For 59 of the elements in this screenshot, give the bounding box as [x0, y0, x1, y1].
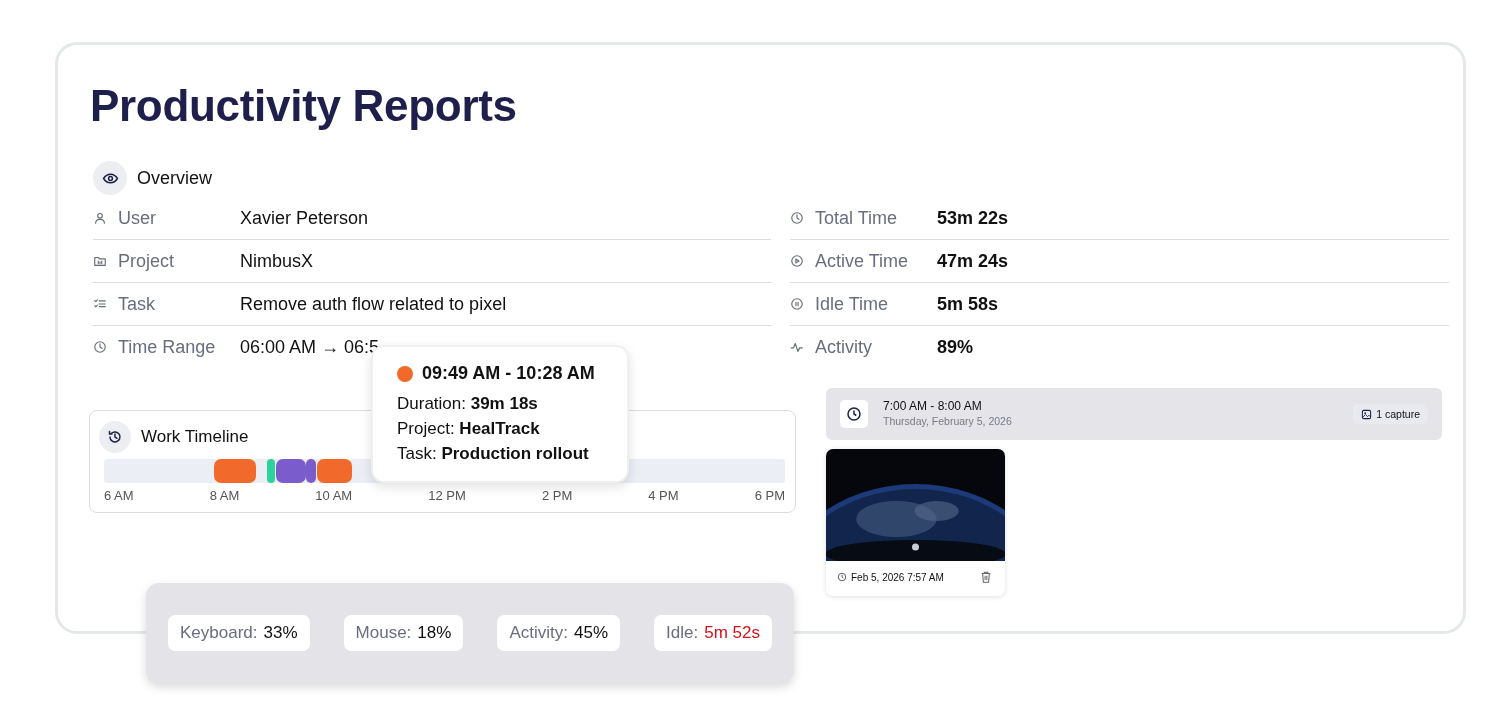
- capture-timestamp: Feb 5, 2026 7:57 AM: [851, 571, 944, 583]
- field-label: Task: [118, 293, 156, 315]
- tooltip-line: Duration: 39m 18s: [397, 393, 539, 415]
- eye-icon: [93, 161, 127, 195]
- metric-value: 5m 58s: [937, 293, 999, 315]
- axis-label: 4 PM: [648, 488, 679, 503]
- pulse-icon: [790, 340, 804, 354]
- axis-label: 6 PM: [754, 488, 785, 503]
- axis-label: 2 PM: [541, 488, 573, 503]
- page-title: Productivity Reports: [90, 81, 518, 131]
- metric-label: Active Time: [815, 250, 910, 272]
- field-label: Time Range: [118, 336, 217, 358]
- axis-label: 10 AM: [315, 488, 353, 503]
- hour-range: 7:00 AM - 8:00 AM: [883, 399, 983, 414]
- tooltip-title: 09:49 AM - 10:28 AM: [422, 363, 595, 384]
- field-value: NimbusX: [240, 250, 314, 272]
- metric-label: Total Time: [815, 207, 899, 229]
- image-icon: [1361, 408, 1373, 420]
- stat-label: Keyboard:: [180, 623, 258, 643]
- pause-icon: [790, 297, 804, 311]
- tooltip-line: Task: Production rollout: [397, 443, 590, 465]
- axis-label: 8 AM: [209, 488, 240, 503]
- field-label: User: [118, 207, 157, 229]
- tooltip-line: Project: HealTrack: [397, 418, 541, 440]
- stat-label: Activity:: [509, 623, 568, 643]
- capture-count: 1 capture: [1376, 408, 1420, 420]
- stat-value: 33%: [263, 623, 298, 643]
- folder-icon: [93, 254, 107, 268]
- field-label: Project: [118, 250, 176, 272]
- clock-icon: [840, 400, 868, 428]
- stat-value: 5m 52s: [704, 623, 760, 643]
- stat-label: Mouse:: [355, 623, 412, 643]
- capture-card[interactable]: Feb 5, 2026 7:57 AM: [826, 449, 1005, 596]
- field-value: Remove auth flow related to pixel: [240, 293, 507, 315]
- timeline-segment[interactable]: [306, 459, 316, 483]
- section-title: Overview: [137, 167, 212, 189]
- play-icon: [790, 254, 804, 268]
- metric-value: 89%: [937, 336, 974, 358]
- clock-icon: [837, 572, 847, 582]
- clock-icon: [790, 211, 804, 225]
- axis-label: 12 PM: [428, 488, 466, 503]
- timeline-segment[interactable]: [317, 459, 352, 483]
- user-icon: [93, 211, 107, 225]
- stat-label: Idle:: [666, 623, 699, 643]
- section-title: Work Timeline: [141, 427, 249, 447]
- stat-value: 18%: [417, 623, 452, 643]
- timeline-segment[interactable]: [214, 459, 256, 483]
- field-value: Xavier Peterson: [240, 207, 369, 229]
- metric-label: Idle Time: [815, 293, 890, 315]
- hour-date: Thursday, February 5, 2026: [883, 414, 1012, 429]
- trash-icon[interactable]: [979, 570, 993, 584]
- history-icon: [99, 421, 131, 453]
- metric-value: 47m 24s: [937, 250, 1009, 272]
- timeline-segment[interactable]: [276, 459, 306, 483]
- metric-value: 53m 22s: [937, 207, 1009, 229]
- axis-label: 6 AM: [104, 488, 134, 503]
- metric-label: Activity: [815, 336, 873, 358]
- clock-icon: [93, 340, 107, 354]
- stat-value: 45%: [574, 623, 609, 643]
